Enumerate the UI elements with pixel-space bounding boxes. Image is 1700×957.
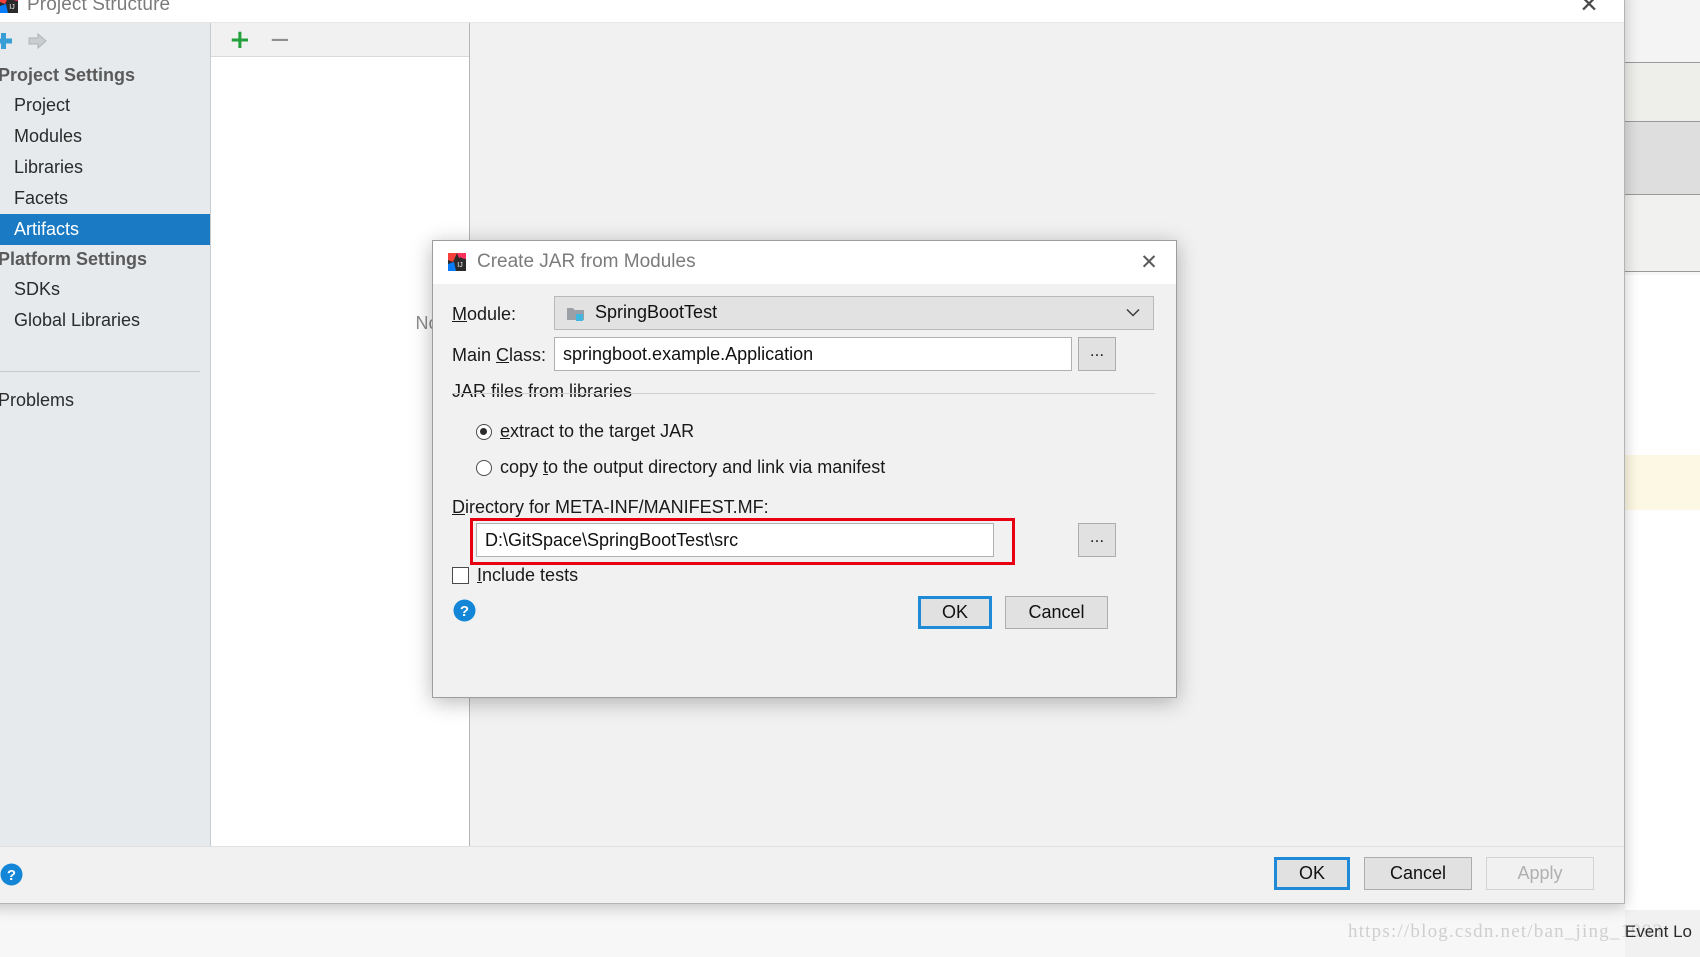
module-dropdown[interactable]: SpringBootTest — [554, 296, 1154, 330]
checkbox-icon[interactable] — [452, 567, 469, 584]
module-label: Module: — [452, 304, 516, 325]
chevron-down-icon[interactable] — [1126, 308, 1140, 317]
plus-icon[interactable] — [0, 31, 15, 51]
ide-bg-highlight-band — [1625, 455, 1700, 510]
ide-bg-band — [1625, 275, 1700, 455]
sidebar-item-libraries[interactable]: Libraries — [0, 152, 210, 183]
project-structure-sidebar: Project Settings Project Modules Librari… — [0, 23, 211, 847]
sidebar-item-artifacts[interactable]: Artifacts — [0, 214, 210, 245]
ide-bg-band — [1625, 0, 1700, 62]
sidebar-item-modules[interactable]: Modules — [0, 121, 210, 152]
project-structure-titlebar: IJ Project Structure ✕ — [0, 0, 1624, 23]
radio-extract-to-target-jar[interactable]: extract to the target JAR — [476, 421, 694, 442]
ide-bg-band — [1625, 195, 1700, 271]
module-label-mnemonic: M — [452, 304, 467, 324]
sidebar-item-sdks[interactable]: SDKs — [0, 274, 210, 305]
include-tests-label: nclude tests — [482, 565, 579, 585]
artifacts-toolbar: + − — [211, 23, 469, 57]
radio-button-icon[interactable] — [476, 460, 492, 476]
create-jar-dialog-titlebar: IJ Create JAR from Modules ✕ — [433, 241, 1176, 284]
radio-copy-label: o the output directory and link via mani… — [548, 457, 886, 477]
radio-button-icon[interactable] — [476, 424, 492, 440]
manifest-directory-browse-button[interactable]: ... — [1078, 523, 1116, 557]
jar-files-group-title: JAR files from libraries — [452, 381, 642, 402]
ide-bg-band — [1625, 510, 1700, 910]
radio-copy-to-output-directory[interactable]: copy to the output directory and link vi… — [476, 457, 885, 478]
manifest-directory-label: Directory for META-INF/MANIFEST.MF: — [452, 497, 769, 518]
main-class-label-suffix: lass: — [509, 345, 547, 365]
radio-extract-label: xtract to the target JAR — [510, 421, 695, 441]
sidebar-toolbar — [0, 23, 210, 57]
radio-extract-mnemonic: e — [500, 421, 511, 441]
ok-button[interactable]: OK — [1274, 857, 1350, 890]
intellij-idea-logo-icon: IJ — [0, 0, 18, 13]
svg-text:?: ? — [460, 603, 469, 620]
apply-button: Apply — [1486, 857, 1594, 890]
sidebar-item-problems[interactable]: Problems — [0, 385, 210, 416]
create-jar-dialog-title: Create JAR from Modules — [477, 251, 696, 272]
manifest-directory-label-mnemonic: D — [452, 497, 465, 517]
svg-text:IJ: IJ — [9, 4, 14, 11]
sidebar-item-global-libraries[interactable]: Global Libraries — [0, 305, 210, 336]
annotation-rectangle — [470, 518, 1015, 565]
sidebar-item-project[interactable]: Project — [0, 90, 210, 121]
event-log-label[interactable]: Event Lo — [1625, 922, 1692, 942]
intellij-idea-logo-icon: IJ — [448, 253, 466, 271]
sidebar-group-platform-settings: Platform Settings — [0, 249, 148, 269]
sidebar-divider — [0, 371, 200, 372]
radio-copy-prefix: copy — [500, 457, 544, 477]
create-jar-dialog: IJ Create JAR from Modules ✕ Module: Spr… — [432, 240, 1177, 698]
sidebar-item-facets[interactable]: Facets — [0, 183, 210, 214]
add-artifact-button[interactable]: + — [229, 27, 251, 53]
close-icon[interactable]: ✕ — [1568, 0, 1610, 19]
main-class-label-mnemonic: C — [496, 345, 510, 365]
ide-bg-divider — [1625, 271, 1700, 272]
dialog-ok-button[interactable]: OK — [918, 596, 992, 629]
main-class-browse-button[interactable]: ... — [1078, 337, 1116, 371]
watermark-text: https://blog.csdn.net/ban_jing_1993 — [1348, 921, 1664, 942]
manifest-directory-label-suffix: irectory for META-INF/MANIFEST.MF: — [465, 497, 769, 517]
project-structure-title: Project Structure — [27, 0, 171, 15]
remove-artifact-button[interactable]: − — [269, 27, 291, 53]
module-label-suffix: odule: — [467, 304, 517, 324]
sidebar-group-project-settings: Project Settings — [0, 65, 136, 85]
help-icon[interactable]: ? — [0, 862, 24, 887]
module-folder-icon — [567, 308, 584, 321]
include-tests-checkbox-row[interactable]: Include tests — [452, 564, 578, 586]
help-icon[interactable]: ? — [452, 598, 477, 623]
ide-bg-band — [1625, 122, 1700, 194]
ide-bg-band — [1625, 63, 1700, 121]
close-icon[interactable]: ✕ — [1134, 249, 1164, 275]
main-class-input[interactable]: springboot.example.Application — [554, 337, 1072, 371]
main-class-label-prefix: Main — [452, 345, 497, 365]
project-structure-bottom-bar: ? OK Cancel Apply — [0, 846, 1624, 903]
sidebar-list: Project Settings Project Modules Librari… — [0, 61, 210, 336]
svg-text:?: ? — [7, 867, 16, 884]
arrow-right-icon[interactable] — [27, 31, 49, 51]
jar-files-group-separator — [452, 393, 1155, 394]
main-class-label: Main Class: — [452, 345, 546, 366]
svg-text:IJ: IJ — [457, 262, 462, 269]
cancel-button[interactable]: Cancel — [1364, 857, 1472, 890]
module-selected-value: SpringBootTest — [595, 302, 718, 322]
dialog-cancel-button[interactable]: Cancel — [1005, 596, 1108, 629]
